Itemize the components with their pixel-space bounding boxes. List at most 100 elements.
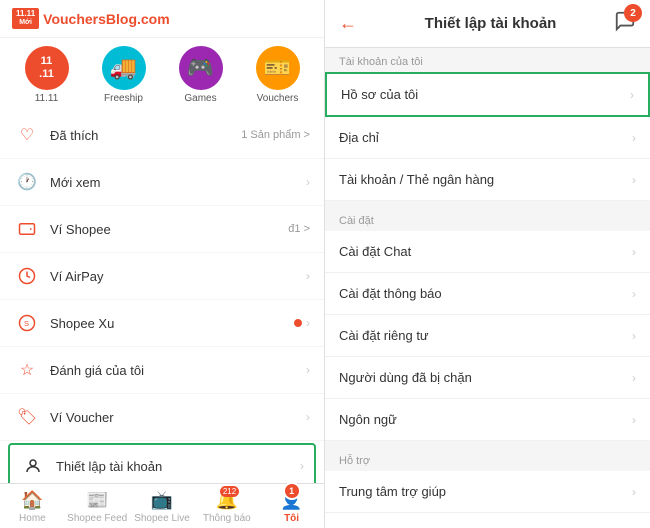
heart-icon: ♡ bbox=[14, 122, 40, 148]
vi-airpay-label: Ví AirPay bbox=[50, 269, 306, 284]
moi-xem-chevron: › bbox=[306, 175, 310, 189]
promo-1111-label: 11.11 bbox=[35, 93, 59, 104]
left-menu: ♡ Đã thích 1 Sản phẩm > 🕐 Mới xem › Ví S… bbox=[0, 112, 324, 483]
menu-trung-tam-tro-giup[interactable]: Trung tâm trợ giúp › bbox=[325, 471, 650, 513]
account-icon bbox=[20, 453, 46, 479]
notification-badge: 212 bbox=[220, 486, 239, 497]
dia-chi-label: Địa chỉ bbox=[339, 130, 632, 145]
menu-da-thich[interactable]: ♡ Đã thích 1 Sản phẩm > bbox=[0, 112, 324, 159]
home-icon: 🏠 bbox=[21, 490, 43, 511]
nav-profile[interactable]: 1 👤 Tôi bbox=[259, 488, 324, 526]
menu-shopee-xu[interactable]: S Shopee Xu › bbox=[0, 300, 324, 347]
right-panel: ← Thiết lập tài khoản 2 Tài khoản của tô… bbox=[325, 0, 650, 528]
promo-freeship-icon: 🚚 bbox=[102, 46, 146, 90]
ho-so-chevron: › bbox=[630, 88, 634, 102]
promo-1111[interactable]: 11.11 11.11 bbox=[12, 46, 81, 104]
right-title: Thiết lập tài khoản bbox=[367, 15, 614, 32]
ngon-ngu-chevron: › bbox=[632, 413, 636, 427]
menu-danh-gia[interactable]: ☆ Đánh giá của tôi › bbox=[0, 347, 324, 394]
profile-circle-badge: 1 bbox=[283, 482, 301, 500]
xu-icon: S bbox=[14, 310, 40, 336]
ngon-ngu-label: Ngôn ngữ bbox=[339, 412, 632, 427]
eleven-badge: 11.11 Mới bbox=[12, 8, 39, 29]
ho-so-label: Hồ sơ của tôi bbox=[341, 87, 630, 102]
section-cai-dat: Cài đặt Cài đặt Chat › Cài đặt thông báo… bbox=[325, 207, 650, 441]
menu-dia-chi[interactable]: Địa chỉ › bbox=[325, 117, 650, 159]
nav-notification-label: Thông báo bbox=[203, 513, 251, 524]
menu-cai-dat-chat[interactable]: Cài đặt Chat › bbox=[325, 231, 650, 273]
section-ho-tro-header: Hỗ trợ bbox=[325, 447, 650, 471]
menu-moi-xem[interactable]: 🕐 Mới xem › bbox=[0, 159, 324, 206]
nav-home[interactable]: 🏠 Home bbox=[0, 488, 65, 526]
xu-red-dot bbox=[294, 319, 302, 327]
wallet-icon bbox=[14, 216, 40, 242]
menu-vi-voucher[interactable]: 🏷 Ví Voucher › bbox=[0, 394, 324, 441]
section-tai-khoan: Tài khoản của tôi Hồ sơ của tôi › Địa ch… bbox=[325, 48, 650, 201]
bi-chan-chevron: › bbox=[632, 371, 636, 385]
promo-vouchers[interactable]: 🎫 Vouchers bbox=[243, 46, 312, 104]
section-ho-tro: Hỗ trợ Trung tâm trợ giúp › Mẹo và thủ t… bbox=[325, 447, 650, 528]
vi-voucher-chevron: › bbox=[306, 410, 310, 424]
tro-giup-label: Trung tâm trợ giúp bbox=[339, 484, 632, 499]
live-icon: 📺 bbox=[151, 490, 173, 511]
promo-freeship-label: Freeship bbox=[104, 93, 143, 104]
promo-icons-row: 11.11 11.11 🚚 Freeship 🎮 Games 🎫 Voucher… bbox=[0, 38, 324, 112]
menu-cai-dat-thong-bao[interactable]: Cài đặt thông báo › bbox=[325, 273, 650, 315]
feed-icon: 📰 bbox=[86, 490, 108, 511]
vi-shopee-label: Ví Shopee bbox=[50, 222, 288, 237]
chat-badge: 2 bbox=[624, 4, 642, 22]
vi-voucher-label: Ví Voucher bbox=[50, 410, 306, 425]
bottom-nav: 🏠 Home 📰 Shopee Feed 📺 Shopee Live 🔔 212… bbox=[0, 483, 324, 528]
nav-feed-label: Shopee Feed bbox=[67, 513, 127, 524]
menu-tai-khoan-ngan-hang[interactable]: Tài khoản / Thẻ ngân hàng › bbox=[325, 159, 650, 201]
menu-thiet-lap[interactable]: Thiết lập tài khoản › bbox=[8, 443, 316, 483]
nav-live[interactable]: 📺 Shopee Live bbox=[130, 488, 195, 526]
right-menu: Tài khoản của tôi Hồ sơ của tôi › Địa ch… bbox=[325, 48, 650, 528]
nav-feed[interactable]: 📰 Shopee Feed bbox=[65, 488, 130, 526]
menu-vi-airpay[interactable]: Ví AirPay › bbox=[0, 253, 324, 300]
rieng-tu-label: Cài đặt riêng tư bbox=[339, 328, 632, 343]
menu-ho-so[interactable]: Hồ sơ của tôi › bbox=[325, 72, 650, 117]
moi-xem-label: Mới xem bbox=[50, 175, 306, 190]
promo-freeship[interactable]: 🚚 Freeship bbox=[89, 46, 158, 104]
thong-bao-chevron: › bbox=[632, 287, 636, 301]
section-tai-khoan-header: Tài khoản của tôi bbox=[325, 48, 650, 72]
eleven-text: 11.11 bbox=[16, 10, 35, 18]
nav-home-label: Home bbox=[19, 513, 46, 524]
brand-name: VouchersBlog.com bbox=[43, 11, 170, 27]
bi-chan-label: Người dùng đã bị chặn bbox=[339, 370, 632, 385]
nav-live-label: Shopee Live bbox=[134, 513, 190, 524]
danh-gia-chevron: › bbox=[306, 363, 310, 377]
ngan-hang-label: Tài khoản / Thẻ ngân hàng bbox=[339, 172, 632, 187]
nav-notification[interactable]: 🔔 212 Thông báo bbox=[194, 488, 259, 526]
left-header: 11.11 Mới VouchersBlog.com bbox=[0, 0, 324, 38]
promo-games[interactable]: 🎮 Games bbox=[166, 46, 235, 104]
right-header: ← Thiết lập tài khoản 2 bbox=[325, 0, 650, 48]
chat-button-wrapper[interactable]: 2 bbox=[614, 10, 636, 37]
thong-bao-label: Cài đặt thông báo bbox=[339, 286, 632, 301]
vi-shopee-right: đ1 > bbox=[288, 223, 310, 235]
promo-1111-icon: 11.11 bbox=[25, 46, 69, 90]
promo-vouchers-label: Vouchers bbox=[257, 93, 299, 104]
promo-games-icon: 🎮 bbox=[179, 46, 223, 90]
cai-dat-chat-label: Cài đặt Chat bbox=[339, 244, 632, 259]
star-icon: ☆ bbox=[14, 357, 40, 383]
ngan-hang-chevron: › bbox=[632, 173, 636, 187]
vi-airpay-chevron: › bbox=[306, 269, 310, 283]
thiet-lap-label: Thiết lập tài khoản bbox=[56, 459, 300, 474]
shopee-xu-dot: › bbox=[294, 316, 310, 330]
da-thich-right: 1 Sản phẩm > bbox=[241, 129, 310, 141]
back-button[interactable]: ← bbox=[339, 13, 357, 34]
menu-vi-shopee[interactable]: Ví Shopee đ1 > bbox=[0, 206, 324, 253]
menu-ngon-ngu[interactable]: Ngôn ngữ › bbox=[325, 399, 650, 441]
cai-dat-chat-chevron: › bbox=[632, 245, 636, 259]
tro-giup-chevron: › bbox=[632, 485, 636, 499]
voucher-icon: 🏷 bbox=[14, 404, 40, 430]
moi-badge: Mới bbox=[16, 18, 35, 27]
menu-nguoi-dung-bi-chan[interactable]: Người dùng đã bị chặn › bbox=[325, 357, 650, 399]
menu-rieng-tu[interactable]: Cài đặt riêng tư › bbox=[325, 315, 650, 357]
menu-meo-thu-thuat[interactable]: Mẹo và thủ thuật › bbox=[325, 513, 650, 528]
da-thich-label: Đã thích bbox=[50, 128, 241, 143]
svg-text:S: S bbox=[24, 319, 29, 328]
dia-chi-chevron: › bbox=[632, 131, 636, 145]
